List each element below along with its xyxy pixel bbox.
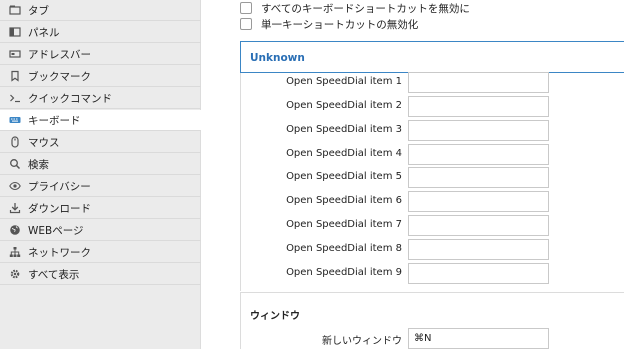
- sidebar-item-downloads[interactable]: ダウンロード: [0, 198, 201, 219]
- disable-single-key-label: 単一キーショートカットの無効化: [261, 18, 419, 31]
- sidebar-item-label: マウス: [28, 136, 60, 149]
- sidebar-item-label: すべて表示: [28, 268, 80, 281]
- shortcut-input[interactable]: [408, 263, 549, 284]
- sidebar-item-webpages[interactable]: WEBページ: [0, 220, 201, 241]
- sidebar-item-keyboard[interactable]: キーボード: [0, 110, 201, 131]
- shortcut-label: Open SpeedDial item 9: [286, 267, 402, 278]
- sidebar-item-label: キーボード: [28, 114, 81, 127]
- shortcut-label: Open SpeedDial item 5: [286, 171, 402, 182]
- mouse-icon: [9, 136, 21, 148]
- disable-all-shortcuts-checkbox[interactable]: [240, 2, 252, 14]
- sidebar-item-mouse[interactable]: マウス: [0, 132, 201, 153]
- section-title: ウィンドウ: [250, 311, 300, 322]
- shortcut-input[interactable]: [408, 72, 549, 93]
- shortcut-input[interactable]: [408, 215, 549, 236]
- shortcut-input[interactable]: [408, 96, 549, 117]
- shortcut-row: Open SpeedDial item 8: [241, 239, 624, 260]
- gear-icon: [9, 268, 21, 280]
- shortcut-label: Open SpeedDial item 1: [286, 76, 402, 87]
- sidebar-item-privacy[interactable]: プライバシー: [0, 176, 201, 197]
- shortcut-row: Open SpeedDial item 7: [241, 215, 624, 236]
- shortcut-input[interactable]: [408, 239, 549, 260]
- shortcut-row: 新しいウィンドウ: [241, 328, 624, 349]
- section-title: Unknown: [250, 52, 305, 64]
- sidebar-item-show-all[interactable]: すべて表示: [0, 264, 201, 285]
- shortcut-input[interactable]: [408, 120, 549, 141]
- sidebar-item-label: ブックマーク: [28, 70, 91, 83]
- shortcut-label: Open SpeedDial item 3: [286, 124, 402, 135]
- shortcut-label: Open SpeedDial item 8: [286, 243, 402, 254]
- settings-sidebar: タブ パネル アドレスバー ブックマーク クイックコマンド キーボード マウス …: [0, 0, 201, 349]
- sidebar-item-bookmarks[interactable]: ブックマーク: [0, 66, 201, 87]
- shortcut-input[interactable]: [408, 167, 549, 188]
- sidebar-item-network[interactable]: ネットワーク: [0, 242, 201, 263]
- quick-command-icon: [9, 92, 21, 104]
- unknown-section-header: Unknown: [240, 41, 624, 73]
- sidebar-item-label: WEBページ: [28, 224, 84, 237]
- shortcut-label: Open SpeedDial item 4: [286, 148, 402, 159]
- sidebar-item-label: ダウンロード: [28, 202, 91, 215]
- keyboard-icon: [9, 114, 21, 126]
- sidebar-item-label: プライバシー: [28, 180, 91, 193]
- sidebar-item-label: ネットワーク: [28, 246, 91, 259]
- sidebar-item-label: タブ: [28, 4, 49, 17]
- sidebar-item-address-bar[interactable]: アドレスバー: [0, 44, 201, 65]
- disable-all-shortcuts-option[interactable]: すべてのキーボードショートカットを無効に: [240, 1, 470, 15]
- tab-icon: [9, 4, 21, 16]
- bookmark-icon: [9, 70, 21, 82]
- download-icon: [9, 202, 21, 214]
- globe-icon: [9, 224, 21, 236]
- shortcut-label: 新しいウィンドウ: [322, 336, 402, 347]
- shortcut-row: Open SpeedDial item 1: [241, 72, 624, 93]
- shortcut-row: Open SpeedDial item 2: [241, 96, 624, 117]
- sidebar-item-search[interactable]: 検索: [0, 154, 201, 175]
- network-icon: [9, 246, 21, 258]
- shortcut-label: Open SpeedDial item 7: [286, 219, 402, 230]
- sidebar-item-label: アドレスバー: [28, 48, 91, 61]
- shortcut-row: Open SpeedDial item 6: [241, 191, 624, 212]
- shortcut-row: Open SpeedDial item 9: [241, 263, 624, 284]
- sidebar-item-label: パネル: [28, 26, 60, 39]
- address-bar-icon: [9, 48, 21, 60]
- shortcut-label: Open SpeedDial item 6: [286, 195, 402, 206]
- sidebar-item-quick-commands[interactable]: クイックコマンド: [0, 88, 201, 109]
- disable-single-key-option[interactable]: 単一キーショートカットの無効化: [240, 17, 418, 31]
- disable-all-shortcuts-label: すべてのキーボードショートカットを無効に: [261, 2, 470, 15]
- sidebar-item-panel[interactable]: パネル: [0, 22, 201, 43]
- shortcut-row: Open SpeedDial item 4: [241, 144, 624, 165]
- shortcut-row: Open SpeedDial item 3: [241, 120, 624, 141]
- shortcut-input[interactable]: [408, 144, 549, 165]
- disable-single-key-checkbox[interactable]: [240, 18, 252, 30]
- shortcut-input[interactable]: [408, 328, 549, 349]
- search-icon: [9, 158, 21, 170]
- sidebar-item-label: 検索: [28, 158, 49, 171]
- privacy-eye-icon: [9, 180, 21, 192]
- sidebar-item-tabs[interactable]: タブ: [0, 0, 201, 21]
- shortcut-label: Open SpeedDial item 2: [286, 100, 402, 111]
- shortcut-input[interactable]: [408, 191, 549, 212]
- panel-icon: [9, 26, 21, 38]
- keyboard-settings-panel: すべてのキーボードショートカットを無効に 単一キーショートカットの無効化 Unk…: [202, 0, 624, 349]
- shortcut-row: Open SpeedDial item 5: [241, 167, 624, 188]
- sidebar-item-label: クイックコマンド: [28, 92, 112, 105]
